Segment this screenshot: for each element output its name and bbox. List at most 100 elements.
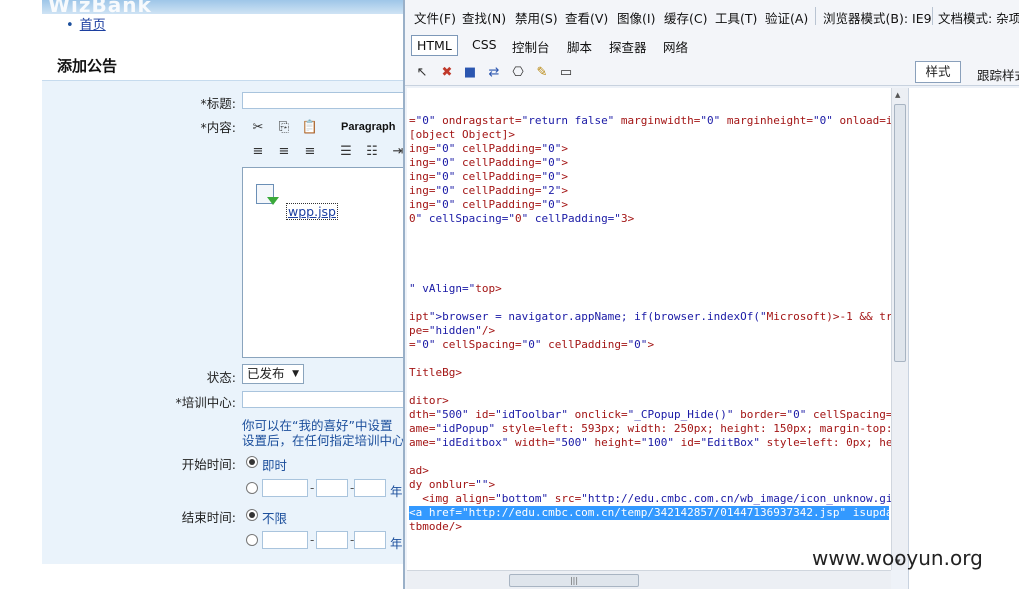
vertical-scrollbar[interactable]: ▲ ▼ — [891, 88, 908, 570]
selected-code-line[interactable]: <a href="http://edu.cmbc.com.cn/temp/342… — [409, 506, 891, 520]
status-label: 状态: — [206, 370, 236, 385]
dom-icon[interactable]: ⎔ — [509, 64, 527, 82]
tab-style[interactable]: 样式 — [915, 61, 961, 83]
scroll-up-icon[interactable]: ▲ — [895, 91, 900, 99]
menu-find[interactable]: 查找(N) — [462, 8, 506, 27]
status-select[interactable]: 已发布 ▼ — [242, 364, 304, 384]
code-line[interactable]: dy onblur=""> — [409, 478, 495, 492]
word-wrap-icon[interactable]: ▭ — [557, 64, 575, 82]
end-unlimited-radio[interactable] — [246, 509, 258, 521]
title-input[interactable] — [242, 92, 405, 109]
code-line[interactable]: ="0" ondragstart="return false" marginwi… — [409, 114, 891, 128]
paste-icon[interactable]: 📋 — [301, 120, 319, 136]
code-line[interactable]: ing="0" cellPadding="0"> — [409, 156, 568, 170]
start-month-input[interactable] — [316, 479, 348, 497]
code-line[interactable]: dth="500" id="idToolbar" onclick="_CPopu… — [409, 408, 891, 422]
horizontal-scrollbar[interactable]: ||| — [407, 570, 891, 589]
code-line[interactable]: ame="idEditbox" width="500" height="100"… — [409, 436, 891, 450]
start-immediate-radio[interactable] — [246, 456, 258, 468]
code-line[interactable]: [object Object]> — [409, 128, 515, 142]
save-icon[interactable]: ■ — [461, 64, 479, 82]
tab-network[interactable]: 网络 — [663, 37, 688, 56]
code-line[interactable]: " vAlign="top> — [409, 282, 502, 296]
align-center-icon[interactable]: ≡ — [275, 144, 293, 160]
start-year-suffix: 年 — [390, 484, 403, 499]
devtools-tab-bar: HTML CSS 控制台 脚本 探查器 网络 — [405, 32, 1019, 60]
document-mode-menu[interactable]: 文档模式: 杂项 — [938, 8, 1019, 27]
content-label: *内容: — [200, 120, 236, 135]
code-line[interactable]: ipt">browser = navigator.appName; if(bro… — [409, 310, 891, 324]
code-line[interactable]: ad> — [409, 464, 429, 478]
copy-icon[interactable]: ⎘ — [275, 120, 293, 136]
align-right-icon[interactable]: ≡ — [301, 144, 319, 160]
clear-icon[interactable]: ✖ — [438, 64, 456, 82]
unordered-list-icon[interactable]: ☷ — [363, 144, 381, 160]
code-line[interactable]: TitleBg> — [409, 366, 462, 380]
edit-icon[interactable]: ✎ — [533, 64, 551, 82]
menu-separator — [815, 7, 816, 25]
menu-images[interactable]: 图像(I) — [617, 8, 655, 27]
menu-view[interactable]: 查看(V) — [565, 8, 608, 27]
ordered-list-icon[interactable]: ☰ — [337, 144, 355, 160]
menu-tools[interactable]: 工具(T) — [715, 8, 757, 27]
style-pane — [908, 88, 1019, 589]
home-link[interactable]: 首页 — [80, 18, 106, 33]
menu-disable[interactable]: 禁用(S) — [515, 8, 558, 27]
refresh-icon[interactable]: ⇄ — [485, 64, 503, 82]
code-line[interactable]: pe="hidden"/> — [409, 324, 495, 338]
start-date-radio[interactable] — [246, 482, 258, 494]
code-line[interactable]: ing="0" cellPadding="2"> — [409, 184, 568, 198]
menu-cache[interactable]: 缓存(C) — [664, 8, 707, 27]
end-day-input[interactable] — [354, 531, 386, 549]
end-time-label: 结束时间: — [181, 510, 236, 525]
code-line[interactable]: ditor> — [409, 394, 449, 408]
menu-separator — [932, 7, 933, 25]
date-separator: - — [310, 533, 315, 547]
watermark: www.wooyun.org — [812, 546, 983, 570]
tab-profiler[interactable]: 探查器 — [609, 37, 647, 56]
start-day-input[interactable] — [354, 479, 386, 497]
breadcrumb: • 首页 — [66, 14, 106, 33]
date-separator: - — [310, 481, 315, 495]
tab-script[interactable]: 脚本 — [567, 37, 592, 56]
bullet-icon: • — [66, 18, 74, 33]
horizontal-scroll-thumb[interactable]: ||| — [509, 574, 639, 587]
menu-bar: 文件(F) 查找(N) 禁用(S) 查看(V) 图像(I) 缓存(C) 工具(T… — [405, 0, 1019, 32]
vertical-scroll-thumb[interactable] — [894, 104, 906, 362]
webpage-panel: WizBank • 首页 添加公告 *标题: *内容: ✂ ⎘ 📋 ≡ ≡ ≡ ☰… — [0, 0, 405, 589]
start-time-label: 开始时间: — [181, 457, 236, 472]
menu-file[interactable]: 文件(F) — [414, 8, 456, 27]
code-line[interactable]: ing="0" cellPadding="0"> — [409, 142, 568, 156]
html-source-tree[interactable]: ="0" ondragstart="return false" marginwi… — [407, 88, 891, 570]
developer-tools-window: 文件(F) 查找(N) 禁用(S) 查看(V) 图像(I) 缓存(C) 工具(T… — [403, 0, 1019, 589]
end-month-input[interactable] — [316, 531, 348, 549]
select-element-icon[interactable]: ↖ — [413, 64, 431, 82]
training-hint-line2: 设置后，在任何指定培训中心 — [242, 433, 405, 448]
start-year-input[interactable] — [262, 479, 308, 497]
cut-icon[interactable]: ✂ — [249, 120, 267, 136]
editor-content-area[interactable]: wpp.jsp — [242, 167, 405, 358]
status-value: 已发布 — [247, 366, 285, 381]
end-date-radio[interactable] — [246, 534, 258, 546]
end-year-suffix: 年 — [390, 536, 403, 551]
code-line[interactable]: tbmode/> — [409, 520, 462, 534]
menu-validate[interactable]: 验证(A) — [765, 8, 808, 27]
attachment-link[interactable]: wpp.jsp — [286, 203, 338, 220]
align-left-icon[interactable]: ≡ — [249, 144, 267, 160]
code-line[interactable]: ame="idPopup" style=left: 593px; width: … — [409, 422, 891, 436]
training-center-input[interactable] — [242, 391, 405, 408]
code-line[interactable]: <img align="bottom" src="http://edu.cmbc… — [409, 492, 891, 506]
tab-console[interactable]: 控制台 — [512, 37, 550, 56]
code-line[interactable]: ="0" cellSpacing="0" cellPadding="0"> — [409, 338, 654, 352]
tab-html[interactable]: HTML — [411, 35, 458, 56]
tab-css[interactable]: CSS — [472, 37, 497, 52]
tab-trace-styles[interactable]: 跟踪样式 — [977, 65, 1019, 84]
title-label: *标题: — [200, 96, 236, 111]
code-line[interactable]: ing="0" cellPadding="0"> — [409, 198, 568, 212]
start-immediate-label: 即时 — [262, 458, 288, 473]
paragraph-format-select[interactable]: Paragraph — [341, 121, 395, 133]
code-line[interactable]: ing="0" cellPadding="0"> — [409, 170, 568, 184]
code-line[interactable]: 0" cellSpacing="0" cellPadding="3> — [409, 212, 634, 226]
browser-mode-menu[interactable]: 浏览器模式(B): IE9 — [823, 8, 932, 27]
end-year-input[interactable] — [262, 531, 308, 549]
